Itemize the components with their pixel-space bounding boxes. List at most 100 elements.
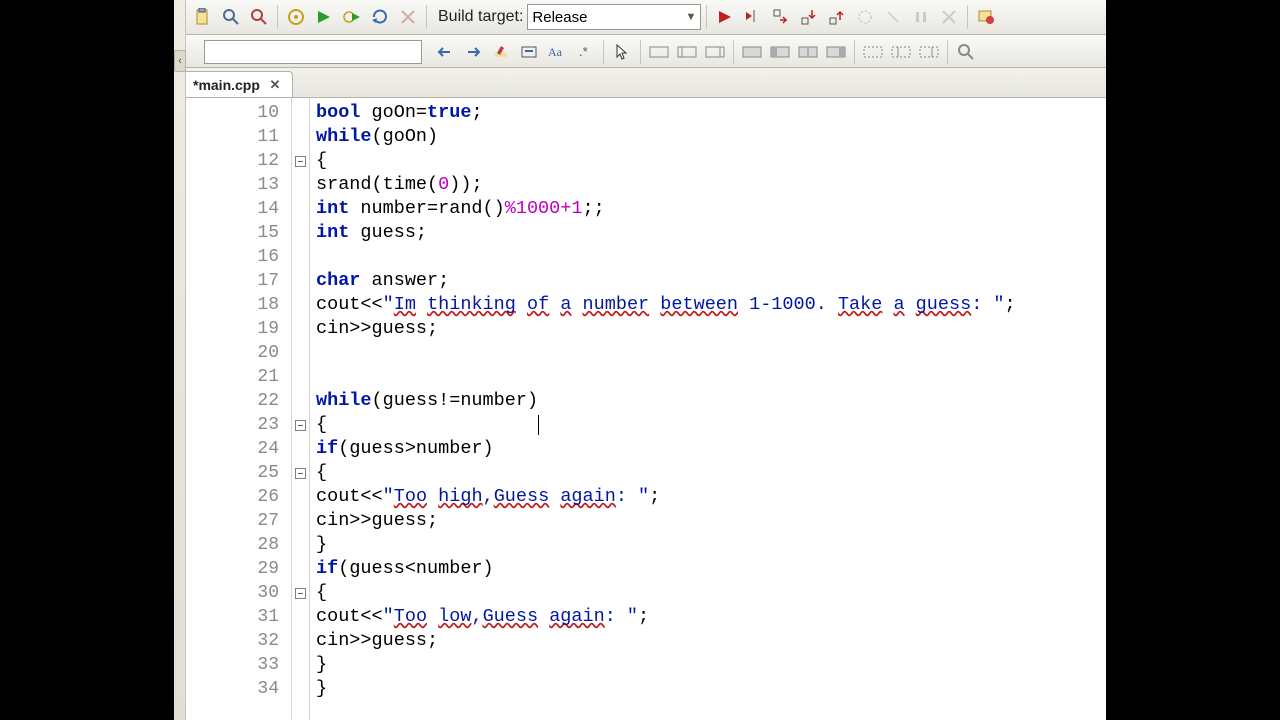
build-icon[interactable] — [283, 4, 309, 30]
fold-row — [292, 557, 309, 581]
code-line[interactable]: cout<<"Too high,Guess again: "; — [310, 485, 1106, 509]
fold-row — [292, 269, 309, 293]
find-icon[interactable] — [218, 4, 244, 30]
line-number: 19 — [174, 317, 291, 341]
next-instr-icon — [852, 4, 878, 30]
step-into-instr-icon — [880, 4, 906, 30]
next-line-icon[interactable] — [768, 4, 794, 30]
line-number: 15 — [174, 221, 291, 245]
debug-run-icon[interactable] — [712, 4, 738, 30]
block-2-icon[interactable] — [767, 39, 793, 65]
toolbar-separator — [640, 40, 641, 64]
match-case-icon[interactable]: Aa — [544, 39, 570, 65]
code-line[interactable]: { — [310, 149, 1106, 173]
code-line[interactable]: char answer; — [310, 269, 1106, 293]
code-line[interactable]: { — [310, 461, 1106, 485]
code-line[interactable]: cin>>guess; — [310, 317, 1106, 341]
block-1-icon[interactable] — [739, 39, 765, 65]
regex-icon[interactable]: .* — [572, 39, 598, 65]
code-line[interactable] — [310, 341, 1106, 365]
code-line[interactable]: srand(time(0)); — [310, 173, 1106, 197]
code-line[interactable]: { — [310, 413, 1106, 437]
code-area[interactable]: bool goOn=true;while(goOn){srand(time(0)… — [310, 98, 1106, 720]
line-number: 11 — [174, 125, 291, 149]
line-number: 20 — [174, 341, 291, 365]
cond-3-icon[interactable] — [916, 39, 942, 65]
cond-1-icon[interactable] — [860, 39, 886, 65]
break-icon — [908, 4, 934, 30]
paste-icon[interactable] — [190, 4, 216, 30]
run-to-cursor-icon[interactable] — [740, 4, 766, 30]
fold-toggle-icon[interactable] — [295, 468, 306, 479]
replace-icon[interactable] — [246, 4, 272, 30]
fold-toggle-icon[interactable] — [295, 420, 306, 431]
code-line[interactable]: } — [310, 653, 1106, 677]
build-run-icon[interactable] — [339, 4, 365, 30]
toolbar-separator — [947, 40, 948, 64]
fold-row — [292, 413, 309, 437]
fold-row — [292, 389, 309, 413]
code-line[interactable]: if(guess>number) — [310, 437, 1106, 461]
fold-row — [292, 461, 309, 485]
toolbar-separator — [706, 5, 707, 29]
fold-column — [292, 98, 310, 720]
selected-text-icon[interactable] — [516, 39, 542, 65]
code-line[interactable]: cin>>guess; — [310, 509, 1106, 533]
code-line[interactable]: cin>>guess; — [310, 629, 1106, 653]
panel-collapse-handle[interactable]: ‹ — [174, 50, 186, 72]
step-out-icon[interactable] — [824, 4, 850, 30]
search-input[interactable] — [204, 40, 422, 64]
code-line[interactable] — [310, 365, 1106, 389]
fold-toggle-icon[interactable] — [295, 156, 306, 167]
instr-3-icon[interactable] — [702, 39, 728, 65]
toolbar-separator — [854, 40, 855, 64]
code-line[interactable]: int number=rand()%1000+1;; — [310, 197, 1106, 221]
select-icon[interactable] — [609, 39, 635, 65]
line-number: 34 — [174, 677, 291, 701]
line-number: 25 — [174, 461, 291, 485]
line-number: 22 — [174, 389, 291, 413]
toolbar-separator — [603, 40, 604, 64]
code-editor[interactable]: 1011121314151617181920212223242526272829… — [174, 98, 1106, 720]
fold-row — [292, 365, 309, 389]
line-number: 33 — [174, 653, 291, 677]
code-line[interactable] — [310, 245, 1106, 269]
step-into-icon[interactable] — [796, 4, 822, 30]
run-icon[interactable] — [311, 4, 337, 30]
code-line[interactable]: bool goOn=true; — [310, 101, 1106, 125]
code-line[interactable]: } — [310, 533, 1106, 557]
instr-2-icon[interactable] — [674, 39, 700, 65]
highlight-icon[interactable] — [488, 39, 514, 65]
code-line[interactable]: while(goOn) — [310, 125, 1106, 149]
line-number: 29 — [174, 557, 291, 581]
debug-windows-icon[interactable] — [973, 4, 999, 30]
code-line[interactable]: if(guess<number) — [310, 557, 1106, 581]
prev-icon[interactable] — [432, 39, 458, 65]
fold-row — [292, 581, 309, 605]
code-line[interactable]: cout<<"Too low,Guess again: "; — [310, 605, 1106, 629]
zoom-icon[interactable] — [953, 39, 979, 65]
build-target-select[interactable]: Release ▼ — [527, 4, 701, 30]
rebuild-icon[interactable] — [367, 4, 393, 30]
fold-row — [292, 101, 309, 125]
next-icon[interactable] — [460, 39, 486, 65]
close-icon[interactable]: ✕ — [268, 78, 282, 92]
block-4-icon[interactable] — [823, 39, 849, 65]
tab-main-cpp[interactable]: *main.cpp ✕ — [182, 71, 293, 97]
block-3-icon[interactable] — [795, 39, 821, 65]
fold-row — [292, 293, 309, 317]
code-line[interactable]: } — [310, 677, 1106, 701]
fold-row — [292, 533, 309, 557]
code-line[interactable]: cout<<"Im thinking of a number between 1… — [310, 293, 1106, 317]
fold-toggle-icon[interactable] — [295, 588, 306, 599]
line-number: 17 — [174, 269, 291, 293]
line-number: 30 — [174, 581, 291, 605]
instr-1-icon[interactable] — [646, 39, 672, 65]
fold-row — [292, 245, 309, 269]
left-panel-strip — [174, 0, 186, 720]
code-line[interactable]: while(guess!=number) — [310, 389, 1106, 413]
code-line[interactable]: int guess; — [310, 221, 1106, 245]
code-line[interactable]: { — [310, 581, 1106, 605]
fold-row — [292, 197, 309, 221]
cond-2-icon[interactable] — [888, 39, 914, 65]
